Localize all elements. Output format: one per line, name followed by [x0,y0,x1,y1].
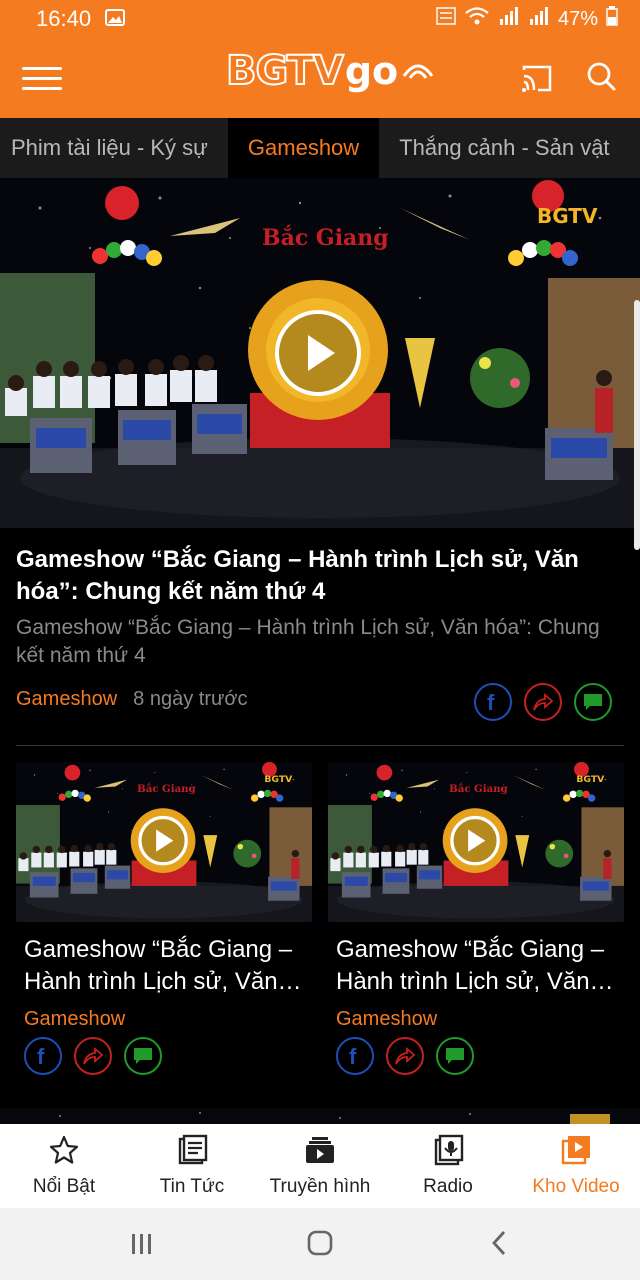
scroll-indicator[interactable] [634,300,640,550]
facebook-icon: f [37,1044,45,1068]
featured-actions: f [474,683,612,721]
video-card[interactable]: Bắc Giang BGTV Gameshow “Bắc Giang – Hàn… [328,762,624,1075]
share-button[interactable] [74,1037,112,1075]
logo-signal-icon [402,64,434,79]
share-button[interactable] [386,1037,424,1075]
featured-meta: Gameshow 8 ngày trước [16,688,247,711]
battery-icon [606,6,618,32]
featured-category[interactable]: Gameshow [16,688,117,711]
back-button[interactable] [487,1228,511,1263]
video-card-actions: f [336,1037,624,1075]
home-button[interactable] [306,1228,334,1263]
stage-corner-logo: BGTV [576,774,605,785]
nav-radio[interactable]: Radio [384,1124,512,1208]
facebook-icon: f [487,690,495,714]
stage-sign-text: Bắc Giang [449,781,507,795]
svg-text:f: f [349,1044,357,1068]
svg-text:f: f [487,690,495,714]
system-navigation-bar [0,1208,640,1280]
bottom-navigation: Nổi Bật Tin Tức Truyền hình Radio Kho Vi… [0,1124,640,1208]
news-icon [178,1134,208,1165]
featured-title[interactable]: Gameshow “Bắc Giang – Hành trình Lịch sử… [16,544,626,608]
next-row-preview [0,1108,640,1124]
home-icon [307,1230,333,1256]
stage-corner-logo: BGTV [264,774,293,785]
share-icon [533,693,554,711]
menu-button[interactable] [22,58,62,98]
recent-apps-icon [132,1234,151,1254]
next-row-thumbnail [0,1108,640,1124]
comment-button[interactable] [574,683,612,721]
facebook-share-button[interactable]: f [24,1037,62,1075]
facebook-share-button[interactable]: f [336,1037,374,1075]
logo-main-text: BGTV [225,47,345,95]
video-card-title[interactable]: Gameshow “Bắc Giang – Hành trình Lịch sử… [24,934,304,998]
status-bar: 16:40 47% [0,0,640,38]
video-card-title[interactable]: Gameshow “Bắc Giang – Hành trình Lịch sử… [336,934,616,998]
nav-label: Tin Tức [159,1176,225,1197]
facebook-icon: f [349,1044,357,1068]
stage-sign-text: Bắc Giang [262,224,389,251]
featured-video-thumbnail[interactable]: Bắc Giang BGTV [0,178,640,528]
comment-icon [446,1048,464,1064]
nav-label: Truyền hình [269,1176,371,1197]
app-header: BGTV go [0,38,640,118]
comment-button[interactable] [436,1037,474,1075]
stage-sign-text: Bắc Giang [137,781,195,795]
facebook-share-button[interactable]: f [474,683,512,721]
video-card-thumbnail[interactable]: Bắc Giang BGTV [16,762,312,922]
section-divider [16,745,624,746]
search-button[interactable] [585,60,619,94]
nav-label: Radio [423,1176,473,1197]
search-icon [587,62,616,91]
nav-tin-tuc[interactable]: Tin Tức [128,1124,256,1208]
share-icon [395,1047,416,1065]
tab-thang-canh[interactable]: Thắng cảnh - Sản vật [379,118,629,178]
recent-apps-button[interactable] [128,1230,156,1263]
gallery-notification-icon [105,6,126,32]
signal-icon-2 [528,7,550,31]
card-thumbnail-image: Bắc Giang BGTV [16,762,312,922]
back-icon [492,1231,506,1255]
stage-corner-logo: BGTV [537,204,598,228]
video-card-category[interactable]: Gameshow [336,1008,616,1031]
video-card-thumbnail[interactable]: Bắc Giang BGTV [328,762,624,922]
card-thumbnail-image: Bắc Giang BGTV [328,762,624,922]
battery-level: 47% [557,7,598,30]
tv-icon [306,1137,334,1163]
logo-suffix-text: go [344,49,399,93]
video-card[interactable]: Bắc Giang BGTV Gameshow “Bắc Giang – Hàn… [16,762,312,1075]
category-tabs: Phim tài liệu - Ký sự Gameshow Thắng cản… [0,118,640,178]
featured-time: 8 ngày trước [133,688,248,710]
nav-label: Kho Video [532,1176,620,1197]
nav-kho-video[interactable]: Kho Video [512,1124,640,1208]
wifi-icon [464,6,490,32]
nav-label: Nổi Bật [32,1176,96,1197]
nav-truyen-hinh[interactable]: Truyền hình [256,1124,384,1208]
star-icon [49,1135,79,1164]
svg-text:f: f [37,1044,45,1068]
signal-icon [498,7,520,31]
featured-subtitle: Gameshow “Bắc Giang – Hành trình Lịch sử… [16,616,600,667]
volte-icon [436,6,456,32]
app-logo: BGTV go [225,47,436,104]
tab-gameshow[interactable]: Gameshow [227,118,380,178]
tab-phim-tai-lieu[interactable]: Phim tài liệu - Ký sự [0,118,228,178]
share-icon [83,1047,104,1065]
share-button[interactable] [524,683,562,721]
nav-noi-bat[interactable]: Nổi Bật [0,1124,128,1208]
radio-icon [434,1134,464,1166]
video-card-category[interactable]: Gameshow [24,1008,304,1031]
cast-icon [522,65,552,92]
video-library-icon [561,1136,590,1165]
comment-icon [584,694,602,710]
video-card-actions: f [24,1037,312,1075]
comment-icon [134,1048,152,1064]
status-time: 16:40 [36,6,92,31]
play-icon[interactable] [273,308,363,398]
cast-button[interactable] [520,62,554,96]
comment-button[interactable] [124,1037,162,1075]
